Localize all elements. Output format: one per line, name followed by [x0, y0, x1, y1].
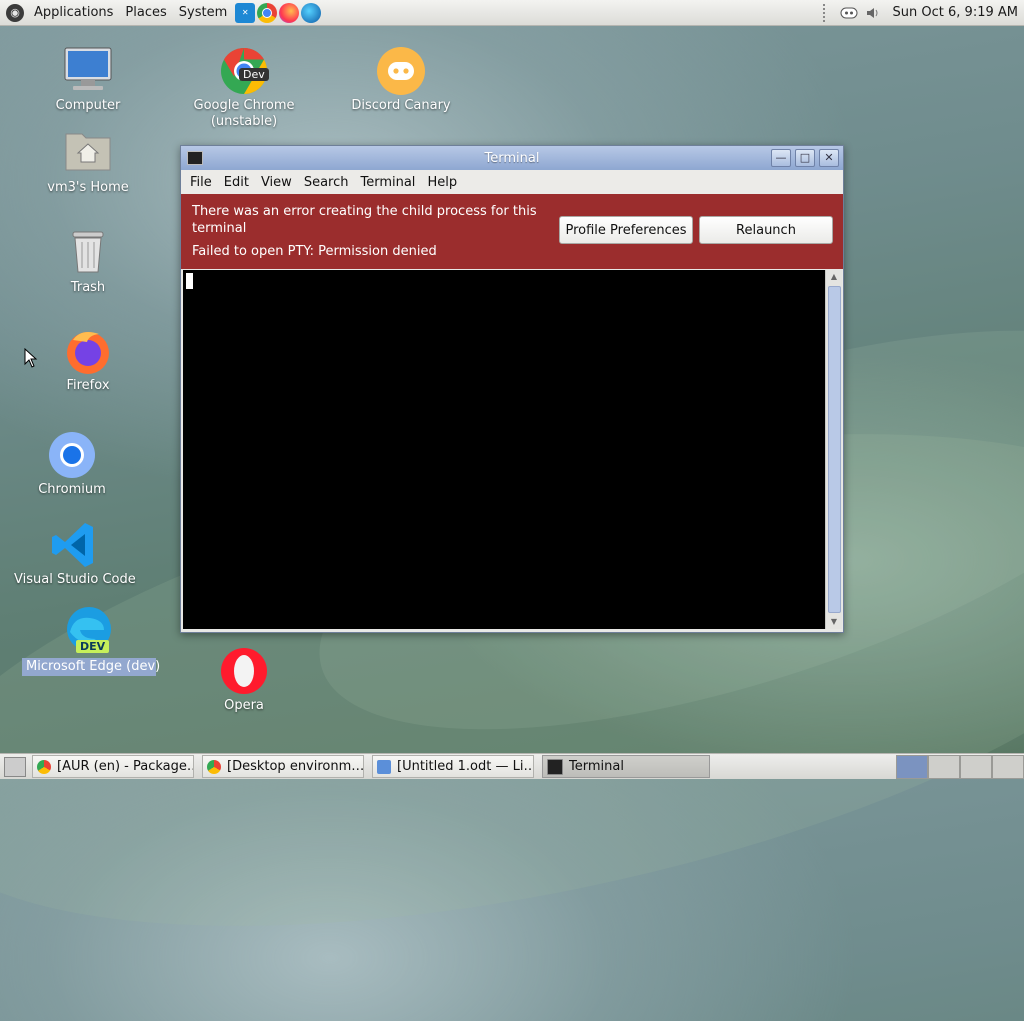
discord-canary-icon: [376, 46, 426, 96]
firefox-icon: [63, 326, 113, 376]
desktop-icon-label: Opera: [224, 698, 264, 713]
taskbar-item-label: [Desktop environm…: [227, 759, 364, 774]
error-message: There was an error creating the child pr…: [192, 204, 537, 236]
maximize-button[interactable]: □: [795, 149, 815, 167]
desktop-icon-label: Computer: [55, 98, 121, 113]
opera-icon: [219, 646, 269, 696]
desktop-icon-chromium[interactable]: Chromium: [24, 430, 120, 498]
profile-preferences-button[interactable]: Profile Preferences: [559, 216, 693, 244]
taskbar-item[interactable]: [Desktop environm…: [202, 755, 364, 778]
text-cursor: [186, 273, 193, 289]
vertical-scrollbar[interactable]: ▲ ▼: [825, 270, 842, 629]
taskbar-item-label: Terminal: [569, 759, 624, 774]
menu-view[interactable]: View: [255, 175, 298, 190]
menubar: File Edit View Search Terminal Help: [181, 170, 843, 194]
computer-icon: [63, 46, 113, 96]
distro-logo-icon: ◉: [6, 3, 24, 22]
taskbar-item[interactable]: [Untitled 1.odt — Li…: [372, 755, 534, 778]
vscode-launcher-icon[interactable]: ✕: [235, 2, 256, 23]
top-panel: ◉ Applications Places System ✕ Sun Oct 6…: [0, 0, 1024, 26]
desktop-icon-label: Firefox: [66, 378, 110, 393]
workspace-4[interactable]: [992, 755, 1024, 779]
desktop-icon-home[interactable]: vm3's Home: [40, 128, 136, 196]
discord-tray-icon[interactable]: [839, 4, 859, 22]
menu-edit[interactable]: Edit: [218, 175, 255, 190]
show-desktop-icon[interactable]: [4, 756, 26, 777]
scroll-down-icon[interactable]: ▼: [826, 615, 842, 629]
volume-icon[interactable]: [863, 4, 883, 22]
chrome-icon: [37, 759, 51, 774]
desktop-icon-label: Trash: [70, 280, 106, 295]
error-detail: Failed to open PTY: Permission denied: [192, 244, 437, 259]
workspace-switcher: [896, 755, 1024, 779]
trash-icon: [63, 228, 113, 278]
minimize-button[interactable]: —: [771, 149, 791, 167]
menu-file[interactable]: File: [184, 175, 218, 190]
tray-handle: [822, 3, 831, 22]
desktop-icon-edge-dev[interactable]: DEV Microsoft Edge (dev): [22, 606, 160, 676]
system-menu[interactable]: System: [173, 0, 233, 25]
chromium-icon: [47, 430, 97, 480]
terminal-icon: [547, 758, 563, 775]
home-folder-icon: [63, 128, 113, 178]
scroll-up-icon[interactable]: ▲: [826, 270, 842, 284]
desktop-icon-vscode[interactable]: Visual Studio Code: [14, 520, 136, 588]
menu-terminal[interactable]: Terminal: [354, 175, 421, 190]
workspace-2[interactable]: [928, 755, 960, 779]
scroll-thumb[interactable]: [828, 286, 841, 613]
terminal-output[interactable]: [183, 270, 825, 629]
document-icon: [377, 759, 391, 774]
dev-badge: Dev: [239, 68, 269, 81]
workspace-1[interactable]: [896, 755, 928, 779]
error-infobar: There was an error creating the child pr…: [181, 194, 843, 269]
desktop-icon-label: Chromium: [38, 482, 106, 497]
terminal-window[interactable]: Terminal — □ ✕ File Edit View Search Ter…: [180, 145, 844, 633]
desktop-icon-label: Microsoft Edge (dev): [22, 658, 160, 676]
desktop-icon-label: Visual Studio Code: [14, 572, 136, 587]
chrome-dev-icon: Dev: [219, 46, 269, 96]
window-title: Terminal: [484, 150, 540, 166]
firefox-launcher-icon[interactable]: [279, 2, 300, 23]
desktop-icon-computer[interactable]: Computer: [40, 46, 136, 114]
edge-dev-icon: DEV: [64, 606, 114, 656]
desktop-icon-firefox[interactable]: Firefox: [40, 326, 136, 394]
chrome-icon: [207, 759, 221, 774]
chrome-dev-launcher-icon[interactable]: [257, 2, 278, 23]
close-button[interactable]: ✕: [819, 149, 839, 167]
desktop-icon-discord[interactable]: Discord Canary: [350, 46, 452, 114]
edge-dev-launcher-icon[interactable]: [301, 2, 322, 23]
workspace-3[interactable]: [960, 755, 992, 779]
desktop-icon-label: vm3's Home: [47, 180, 129, 195]
mouse-cursor-icon: [24, 348, 38, 368]
menu-search[interactable]: Search: [298, 175, 355, 190]
taskbar-item-label: [Untitled 1.odt — Li…: [397, 759, 534, 774]
bottom-panel: [AUR (en) - Package… [Desktop environm… …: [0, 753, 1024, 779]
places-menu[interactable]: Places: [119, 0, 172, 25]
desktop-icon-label: Google Chrome (unstable): [193, 98, 295, 129]
desktop-icon-opera[interactable]: Opera: [196, 646, 292, 714]
taskbar-item[interactable]: [AUR (en) - Package…: [32, 755, 194, 778]
relaunch-button[interactable]: Relaunch: [699, 216, 833, 244]
dev-badge: DEV: [76, 640, 110, 653]
desktop-icon-trash[interactable]: Trash: [40, 228, 136, 296]
taskbar-item[interactable]: Terminal: [542, 755, 710, 778]
window-titlebar[interactable]: Terminal — □ ✕: [181, 146, 843, 170]
desktop-icon-chrome-dev[interactable]: Dev Google Chrome (unstable): [188, 46, 300, 130]
desktop-icon-label: Discord Canary: [351, 98, 451, 113]
vscode-icon: [49, 520, 99, 570]
menu-help[interactable]: Help: [421, 175, 463, 190]
clock[interactable]: Sun Oct 6, 9:19 AM: [885, 5, 1024, 20]
applications-menu[interactable]: Applications: [28, 0, 119, 25]
taskbar-item-label: [AUR (en) - Package…: [57, 759, 194, 774]
